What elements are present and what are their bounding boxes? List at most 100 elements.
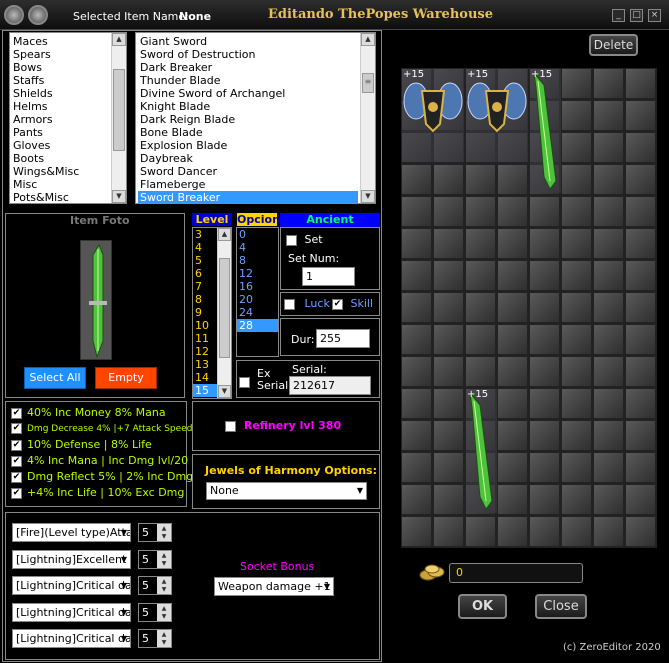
excellent-option-row[interactable]: ✔ 10% Defense | 8% Life [11, 437, 187, 453]
list-item[interactable]: Gloves [13, 139, 126, 152]
spinner-down-icon[interactable]: ▼ [157, 611, 171, 621]
warehouse-slot[interactable] [593, 452, 624, 483]
excellent-option-checkbox[interactable]: ✔ [11, 423, 22, 434]
warehouse-slot[interactable] [593, 164, 624, 195]
ex-serial-checkbox[interactable] [239, 375, 250, 388]
skill-checkbox-row[interactable]: ✔ Skill [332, 297, 373, 310]
item-list[interactable]: Giant Sword Sword of Destruction Dark Brea… [135, 32, 376, 204]
warehouse-slot[interactable] [529, 356, 560, 387]
scroll-thumb[interactable] [219, 258, 230, 358]
warehouse-slot[interactable] [497, 196, 528, 227]
level-item[interactable]: 3 [193, 228, 217, 241]
warehouse-slot[interactable] [497, 420, 528, 451]
warehouse-slot[interactable] [433, 164, 464, 195]
warehouse-slot[interactable] [561, 100, 592, 131]
socket-level-spinner[interactable]: 5 ▲ ▼ [138, 629, 172, 648]
serial-input[interactable]: 212617 [289, 376, 371, 395]
warehouse-slot[interactable] [561, 132, 592, 163]
list-item[interactable]: Sword Dancer [138, 165, 358, 178]
warehouse-slot[interactable] [561, 196, 592, 227]
list-item[interactable]: Pants [13, 126, 126, 139]
list-item[interactable]: Armors [13, 113, 126, 126]
warehouse-item-sword-2[interactable] [466, 389, 497, 513]
level-item[interactable]: 14 [193, 371, 217, 384]
list-item[interactable]: Explosion Blade [138, 139, 358, 152]
level-list[interactable]: 3 4 5 6 7 8 9 10 11 12 13 14 15 ▲ ▼ [192, 227, 232, 399]
socket-level-spinner[interactable]: 5 ▲ ▼ [138, 602, 172, 622]
scroll-up-button[interactable]: ▲ [112, 33, 126, 46]
warehouse-slot[interactable] [433, 484, 464, 515]
warehouse-slot[interactable] [401, 196, 432, 227]
luck-checkbox-row[interactable]: Luck [284, 297, 330, 310]
warehouse-slot[interactable] [593, 68, 624, 99]
warehouse-slot[interactable] [497, 516, 528, 547]
warehouse-slot[interactable] [529, 324, 560, 355]
warehouse-slot[interactable] [561, 356, 592, 387]
warehouse-slot[interactable] [465, 196, 496, 227]
warehouse-slot[interactable] [529, 228, 560, 259]
socket-level-spinner[interactable]: 5 ▲ ▼ [138, 523, 172, 542]
warehouse-slot[interactable] [561, 484, 592, 515]
list-item[interactable]: Dark Breaker [138, 61, 358, 74]
warehouse-slot[interactable] [465, 516, 496, 547]
warehouse-slot[interactable] [433, 388, 464, 419]
warehouse-slot[interactable] [625, 356, 656, 387]
warehouse-slot[interactable] [401, 484, 432, 515]
warehouse-slot[interactable] [561, 452, 592, 483]
warehouse-slot[interactable] [529, 292, 560, 323]
list-item[interactable]: Spears [13, 48, 126, 61]
warehouse-slot[interactable] [593, 324, 624, 355]
socket-select[interactable]: [Lightning]Critical da ▼ [12, 576, 131, 595]
list-item[interactable]: Bone Blade [138, 126, 358, 139]
warehouse-slot[interactable] [433, 324, 464, 355]
warehouse-slot[interactable] [497, 356, 528, 387]
warehouse-slot[interactable] [561, 420, 592, 451]
harmony-select[interactable]: None ▼ [206, 482, 367, 500]
level-item[interactable]: 12 [193, 345, 217, 358]
level-item[interactable]: 13 [193, 358, 217, 371]
close-window-button[interactable]: × [648, 9, 661, 22]
warehouse-slot[interactable] [529, 388, 560, 419]
warehouse-slot[interactable] [561, 388, 592, 419]
warehouse-slot[interactable] [625, 228, 656, 259]
warehouse-slot[interactable] [625, 292, 656, 323]
spinner-down-icon[interactable]: ▼ [157, 558, 171, 568]
warehouse-slot[interactable] [433, 356, 464, 387]
spinner-down-icon[interactable]: ▼ [157, 532, 171, 541]
scroll-down-button[interactable]: ▼ [361, 190, 375, 203]
socket-select[interactable]: [Lightning]Excellent ▼ [12, 549, 131, 569]
category-list[interactable]: Maces Spears Bows Staffs Shields Helms Armors P… [9, 32, 127, 204]
socket-level-spinner[interactable]: 5 ▲ ▼ [138, 576, 172, 595]
warehouse-slot[interactable] [593, 516, 624, 547]
spinner-down-icon[interactable]: ▼ [157, 585, 171, 594]
warehouse-slot[interactable] [497, 484, 528, 515]
warehouse-slot[interactable] [561, 228, 592, 259]
list-item[interactable]: Wings&Misc [13, 165, 126, 178]
warehouse-slot[interactable] [433, 228, 464, 259]
warehouse-slot[interactable] [593, 356, 624, 387]
opcion-item[interactable]: 0 [237, 228, 278, 241]
socket-bonus-select[interactable]: Weapon damage +1 ▼ [214, 577, 334, 596]
warehouse-slot[interactable] [529, 260, 560, 291]
warehouse-slot[interactable] [625, 164, 656, 195]
excellent-option-row[interactable]: ✔ Dmg Decrease 4% |+7 Attack Speed [11, 421, 192, 437]
warehouse-slot[interactable] [561, 164, 592, 195]
dur-input[interactable]: 255 [316, 329, 370, 348]
scroll-up-button[interactable]: ▲ [361, 33, 375, 46]
list-item[interactable]: Pots&Misc [13, 191, 126, 203]
warehouse-slot[interactable] [561, 260, 592, 291]
warehouse-item-sword-1[interactable] [530, 69, 561, 193]
list-item[interactable]: Daybreak [138, 152, 358, 165]
scroll-up-button[interactable]: ▲ [218, 228, 231, 241]
opcion-item[interactable]: 20 [237, 293, 278, 306]
list-item[interactable]: Sword of Destruction [138, 48, 358, 61]
warehouse-slot[interactable] [529, 484, 560, 515]
level-scrollbar[interactable]: ▲ ▼ [217, 228, 231, 398]
scroll-down-button[interactable]: ▼ [218, 385, 231, 398]
warehouse-slot[interactable] [625, 68, 656, 99]
warehouse-slot[interactable] [497, 164, 528, 195]
minimize-button[interactable]: _ [612, 9, 625, 22]
warehouse-slot[interactable] [625, 516, 656, 547]
warehouse-slot[interactable] [497, 260, 528, 291]
set-checkbox-row[interactable]: Set [286, 233, 323, 246]
